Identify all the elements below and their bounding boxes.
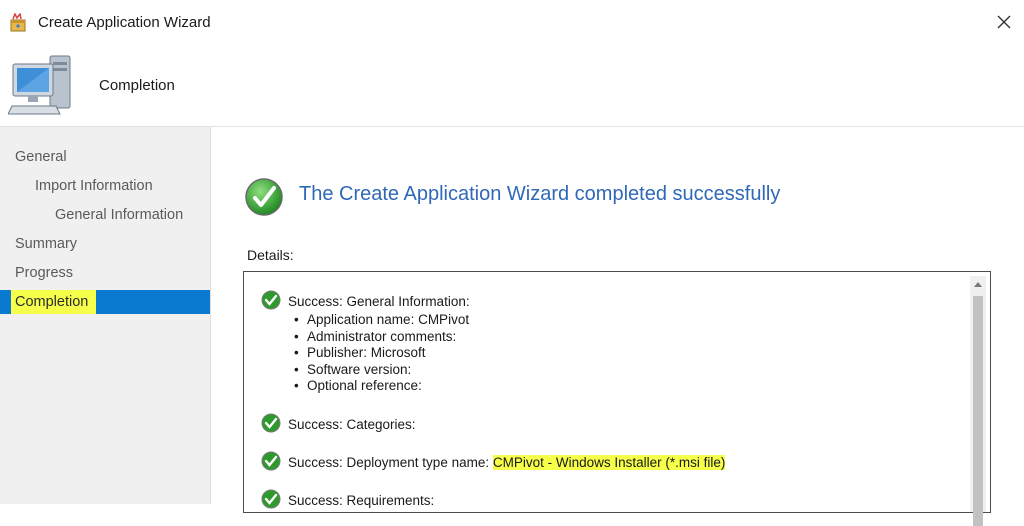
detail-heading-text: Success: Requirements: bbox=[288, 492, 435, 508]
detail-entry: Success: Deployment type name: CMPivot -… bbox=[260, 450, 960, 473]
wizard-icon bbox=[8, 12, 28, 33]
chevron-up-icon bbox=[974, 282, 982, 287]
green-check-icon bbox=[244, 177, 284, 217]
scroll-up-button[interactable] bbox=[970, 276, 986, 292]
page-title: Completion bbox=[99, 77, 175, 94]
main-panel: The Create Application Wizard completed … bbox=[212, 127, 1024, 526]
nav-item-general[interactable]: General bbox=[0, 145, 210, 169]
nav-item-label: Import Information bbox=[35, 178, 153, 194]
scroll-thumb[interactable] bbox=[973, 296, 983, 526]
detail-bullet: Publisher: Microsoft bbox=[294, 345, 960, 362]
detail-bullet: Application name: CMPivot bbox=[294, 312, 960, 329]
detail-bullet: Software version: bbox=[294, 362, 960, 379]
detail-heading-text: Success: General Information: bbox=[288, 294, 470, 309]
success-check-icon bbox=[260, 412, 282, 434]
close-icon bbox=[997, 15, 1011, 29]
close-button[interactable] bbox=[992, 10, 1016, 34]
nav-item-label: Completion bbox=[11, 290, 97, 314]
deployment-type-name-highlight: CMPivot - Windows Installer (*.msi file) bbox=[492, 454, 726, 470]
nav-item-label: General bbox=[15, 149, 67, 165]
nav-item-completion[interactable]: Completion bbox=[0, 290, 210, 314]
details-box[interactable]: Success: General Information: Applicatio… bbox=[243, 271, 991, 526]
title-bar[interactable]: Create Application Wizard bbox=[0, 4, 1024, 40]
computer-icon bbox=[7, 50, 78, 118]
nav-item-import-information[interactable]: Import Information bbox=[0, 174, 210, 198]
window-title: Create Application Wizard bbox=[38, 14, 211, 31]
details-label: Details: bbox=[247, 247, 294, 263]
nav-item-label: Progress bbox=[15, 265, 74, 281]
detail-bullets: Application name: CMPivot Administrator … bbox=[260, 312, 960, 395]
detail-entry: Success: General Information: Applicatio… bbox=[260, 289, 960, 395]
nav-item-progress[interactable]: Progress bbox=[0, 261, 210, 285]
nav-item-general-information[interactable]: General Information bbox=[0, 203, 210, 227]
completion-status: The Create Application Wizard completed … bbox=[299, 183, 781, 205]
detail-entry: Success: Requirements: bbox=[260, 488, 960, 511]
success-check-icon bbox=[260, 289, 282, 311]
detail-heading: Success: Categories: bbox=[260, 412, 960, 435]
detail-heading-text: Success: Categories: bbox=[288, 416, 416, 432]
detail-entry: Success: Categories: bbox=[260, 412, 960, 435]
success-check-icon bbox=[260, 488, 282, 510]
details-scrollbar[interactable] bbox=[970, 276, 986, 526]
wizard-navigation: General Import Information General Infor… bbox=[0, 127, 211, 504]
detail-heading: Success: Deployment type name: CMPivot -… bbox=[260, 450, 960, 473]
nav-item-summary[interactable]: Summary bbox=[0, 232, 210, 256]
detail-heading: Success: General Information: bbox=[260, 289, 960, 312]
detail-heading: Success: Requirements: bbox=[260, 488, 960, 511]
details-content: Success: General Information: Applicatio… bbox=[260, 289, 960, 521]
nav-item-label: Summary bbox=[15, 236, 78, 252]
success-check-icon bbox=[260, 450, 282, 472]
wizard-header: Completion bbox=[0, 40, 1024, 127]
detail-bullet: Administrator comments: bbox=[294, 329, 960, 346]
nav-item-label: General Information bbox=[55, 207, 184, 223]
detail-heading-text: Success: Deployment type name: bbox=[288, 454, 490, 470]
detail-bullet: Optional reference: bbox=[294, 378, 960, 395]
